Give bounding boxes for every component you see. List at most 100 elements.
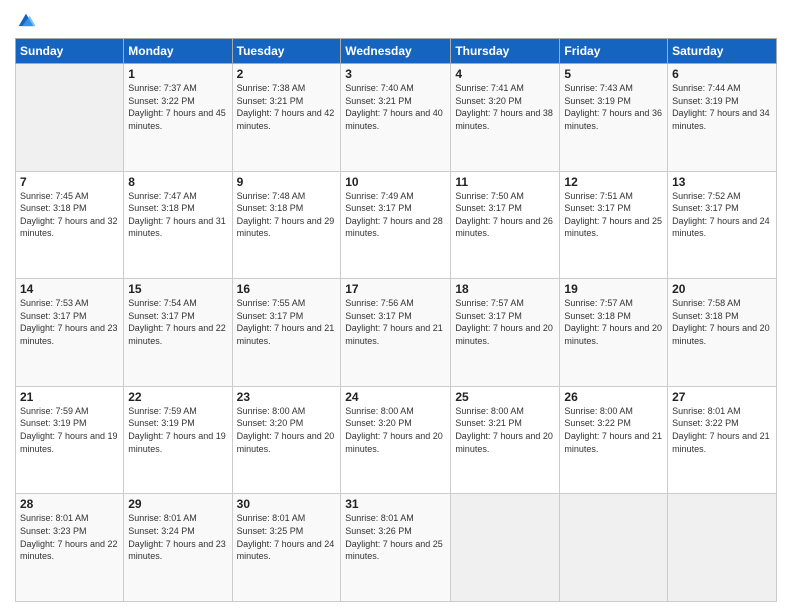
day-cell: 9Sunrise: 7:48 AM Sunset: 3:18 PM Daylig… (232, 171, 341, 279)
day-cell: 2Sunrise: 7:38 AM Sunset: 3:21 PM Daylig… (232, 64, 341, 172)
day-cell: 5Sunrise: 7:43 AM Sunset: 3:19 PM Daylig… (560, 64, 668, 172)
day-info: Sunrise: 8:00 AM Sunset: 3:20 PM Dayligh… (237, 405, 337, 455)
week-row-4: 28Sunrise: 8:01 AM Sunset: 3:23 PM Dayli… (16, 494, 777, 602)
col-header-wednesday: Wednesday (341, 39, 451, 64)
day-number: 16 (237, 282, 337, 296)
day-number: 2 (237, 67, 337, 81)
day-number: 3 (345, 67, 446, 81)
day-number: 17 (345, 282, 446, 296)
day-cell: 25Sunrise: 8:00 AM Sunset: 3:21 PM Dayli… (451, 386, 560, 494)
day-info: Sunrise: 7:41 AM Sunset: 3:20 PM Dayligh… (455, 82, 555, 132)
day-info: Sunrise: 8:01 AM Sunset: 3:24 PM Dayligh… (128, 512, 227, 562)
day-info: Sunrise: 7:54 AM Sunset: 3:17 PM Dayligh… (128, 297, 227, 347)
day-info: Sunrise: 7:44 AM Sunset: 3:19 PM Dayligh… (672, 82, 772, 132)
col-header-tuesday: Tuesday (232, 39, 341, 64)
day-number: 9 (237, 175, 337, 189)
day-cell (451, 494, 560, 602)
day-number: 18 (455, 282, 555, 296)
day-cell: 3Sunrise: 7:40 AM Sunset: 3:21 PM Daylig… (341, 64, 451, 172)
day-info: Sunrise: 7:38 AM Sunset: 3:21 PM Dayligh… (237, 82, 337, 132)
day-info: Sunrise: 7:58 AM Sunset: 3:18 PM Dayligh… (672, 297, 772, 347)
day-cell (560, 494, 668, 602)
day-cell: 7Sunrise: 7:45 AM Sunset: 3:18 PM Daylig… (16, 171, 124, 279)
day-number: 22 (128, 390, 227, 404)
day-cell: 27Sunrise: 8:01 AM Sunset: 3:22 PM Dayli… (668, 386, 777, 494)
logo (15, 10, 40, 32)
day-cell: 21Sunrise: 7:59 AM Sunset: 3:19 PM Dayli… (16, 386, 124, 494)
day-info: Sunrise: 7:52 AM Sunset: 3:17 PM Dayligh… (672, 190, 772, 240)
day-info: Sunrise: 8:01 AM Sunset: 3:26 PM Dayligh… (345, 512, 446, 562)
day-number: 19 (564, 282, 663, 296)
day-number: 13 (672, 175, 772, 189)
day-info: Sunrise: 8:00 AM Sunset: 3:21 PM Dayligh… (455, 405, 555, 455)
day-cell: 30Sunrise: 8:01 AM Sunset: 3:25 PM Dayli… (232, 494, 341, 602)
day-info: Sunrise: 7:48 AM Sunset: 3:18 PM Dayligh… (237, 190, 337, 240)
week-row-0: 1Sunrise: 7:37 AM Sunset: 3:22 PM Daylig… (16, 64, 777, 172)
col-header-friday: Friday (560, 39, 668, 64)
logo-icon (15, 10, 37, 32)
week-row-3: 21 Sunrise: 7:59 AM Sunset: 3:19 PM Dayli… (16, 386, 777, 494)
day-number: 6 (672, 67, 772, 81)
col-header-monday: Monday (124, 39, 232, 64)
col-header-saturday: Saturday (668, 39, 777, 64)
day-info: Sunrise: 7:53 AM Sunset: 3:17 PM Dayligh… (20, 297, 119, 347)
week-row-1: 7Sunrise: 7:45 AM Sunset: 3:18 PM Daylig… (16, 171, 777, 279)
day-number: 4 (455, 67, 555, 81)
week-row-2: 14Sunrise: 7:53 AM Sunset: 3:17 PM Dayli… (16, 279, 777, 387)
day-cell: 19Sunrise: 7:57 AM Sunset: 3:18 PM Dayli… (560, 279, 668, 387)
day-number: 14 (20, 282, 119, 296)
day-number: 26 (564, 390, 663, 404)
day-info: Sunrise: 7:55 AM Sunset: 3:17 PM Dayligh… (237, 297, 337, 347)
day-info: Sunrise: 7:43 AM Sunset: 3:19 PM Dayligh… (564, 82, 663, 132)
day-cell: 22Sunrise: 7:59 AM Sunset: 3:19 PM Dayli… (124, 386, 232, 494)
day-cell: 20Sunrise: 7:58 AM Sunset: 3:18 PM Dayli… (668, 279, 777, 387)
day-cell: 12Sunrise: 7:51 AM Sunset: 3:17 PM Dayli… (560, 171, 668, 279)
day-cell: 26Sunrise: 8:00 AM Sunset: 3:22 PM Dayli… (560, 386, 668, 494)
day-number: 10 (345, 175, 446, 189)
day-number: 27 (672, 390, 772, 404)
day-cell: 15Sunrise: 7:54 AM Sunset: 3:17 PM Dayli… (124, 279, 232, 387)
header (15, 10, 777, 32)
day-number: 24 (345, 390, 446, 404)
day-cell: 24Sunrise: 8:00 AM Sunset: 3:20 PM Dayli… (341, 386, 451, 494)
day-info: Sunrise: 8:00 AM Sunset: 3:22 PM Dayligh… (564, 405, 663, 455)
day-number: 12 (564, 175, 663, 189)
page: SundayMondayTuesdayWednesdayThursdayFrid… (0, 0, 792, 612)
day-info: Sunrise: 8:01 AM Sunset: 3:23 PM Dayligh… (20, 512, 119, 562)
day-info: Sunrise: 7:57 AM Sunset: 3:18 PM Dayligh… (564, 297, 663, 347)
day-cell: 1Sunrise: 7:37 AM Sunset: 3:22 PM Daylig… (124, 64, 232, 172)
day-cell: 13Sunrise: 7:52 AM Sunset: 3:17 PM Dayli… (668, 171, 777, 279)
day-cell: 18Sunrise: 7:57 AM Sunset: 3:17 PM Dayli… (451, 279, 560, 387)
day-number: 15 (128, 282, 227, 296)
day-info: Sunrise: 7:47 AM Sunset: 3:18 PM Dayligh… (128, 190, 227, 240)
day-info: Sunrise: 7:49 AM Sunset: 3:17 PM Dayligh… (345, 190, 446, 240)
day-cell (668, 494, 777, 602)
day-info: Sunrise: 7:59 AM Sunset: 3:19 PM Dayligh… (128, 405, 227, 455)
calendar-table: SundayMondayTuesdayWednesdayThursdayFrid… (15, 38, 777, 602)
day-number: 5 (564, 67, 663, 81)
day-cell: 11Sunrise: 7:50 AM Sunset: 3:17 PM Dayli… (451, 171, 560, 279)
day-number: 23 (237, 390, 337, 404)
day-number: 25 (455, 390, 555, 404)
day-number: 8 (128, 175, 227, 189)
col-header-sunday: Sunday (16, 39, 124, 64)
day-number: 11 (455, 175, 555, 189)
day-info: Sunrise: 7:45 AM Sunset: 3:18 PM Dayligh… (20, 190, 119, 240)
day-cell: 17Sunrise: 7:56 AM Sunset: 3:17 PM Dayli… (341, 279, 451, 387)
day-cell: 23Sunrise: 8:00 AM Sunset: 3:20 PM Dayli… (232, 386, 341, 494)
day-info: Sunrise: 7:50 AM Sunset: 3:17 PM Dayligh… (455, 190, 555, 240)
day-cell: 28Sunrise: 8:01 AM Sunset: 3:23 PM Dayli… (16, 494, 124, 602)
day-info: Sunrise: 7:56 AM Sunset: 3:17 PM Dayligh… (345, 297, 446, 347)
day-number: 21 (20, 390, 119, 404)
day-cell: 16Sunrise: 7:55 AM Sunset: 3:17 PM Dayli… (232, 279, 341, 387)
day-info: Sunrise: 7:37 AM Sunset: 3:22 PM Dayligh… (128, 82, 227, 132)
day-info: Sunrise: 7:57 AM Sunset: 3:17 PM Dayligh… (455, 297, 555, 347)
day-number: 7 (20, 175, 119, 189)
day-cell: 31Sunrise: 8:01 AM Sunset: 3:26 PM Dayli… (341, 494, 451, 602)
day-cell (16, 64, 124, 172)
day-cell: 4Sunrise: 7:41 AM Sunset: 3:20 PM Daylig… (451, 64, 560, 172)
day-number: 31 (345, 497, 446, 511)
day-number: 20 (672, 282, 772, 296)
day-cell: 6Sunrise: 7:44 AM Sunset: 3:19 PM Daylig… (668, 64, 777, 172)
day-info: Sunrise: 8:01 AM Sunset: 3:25 PM Dayligh… (237, 512, 337, 562)
